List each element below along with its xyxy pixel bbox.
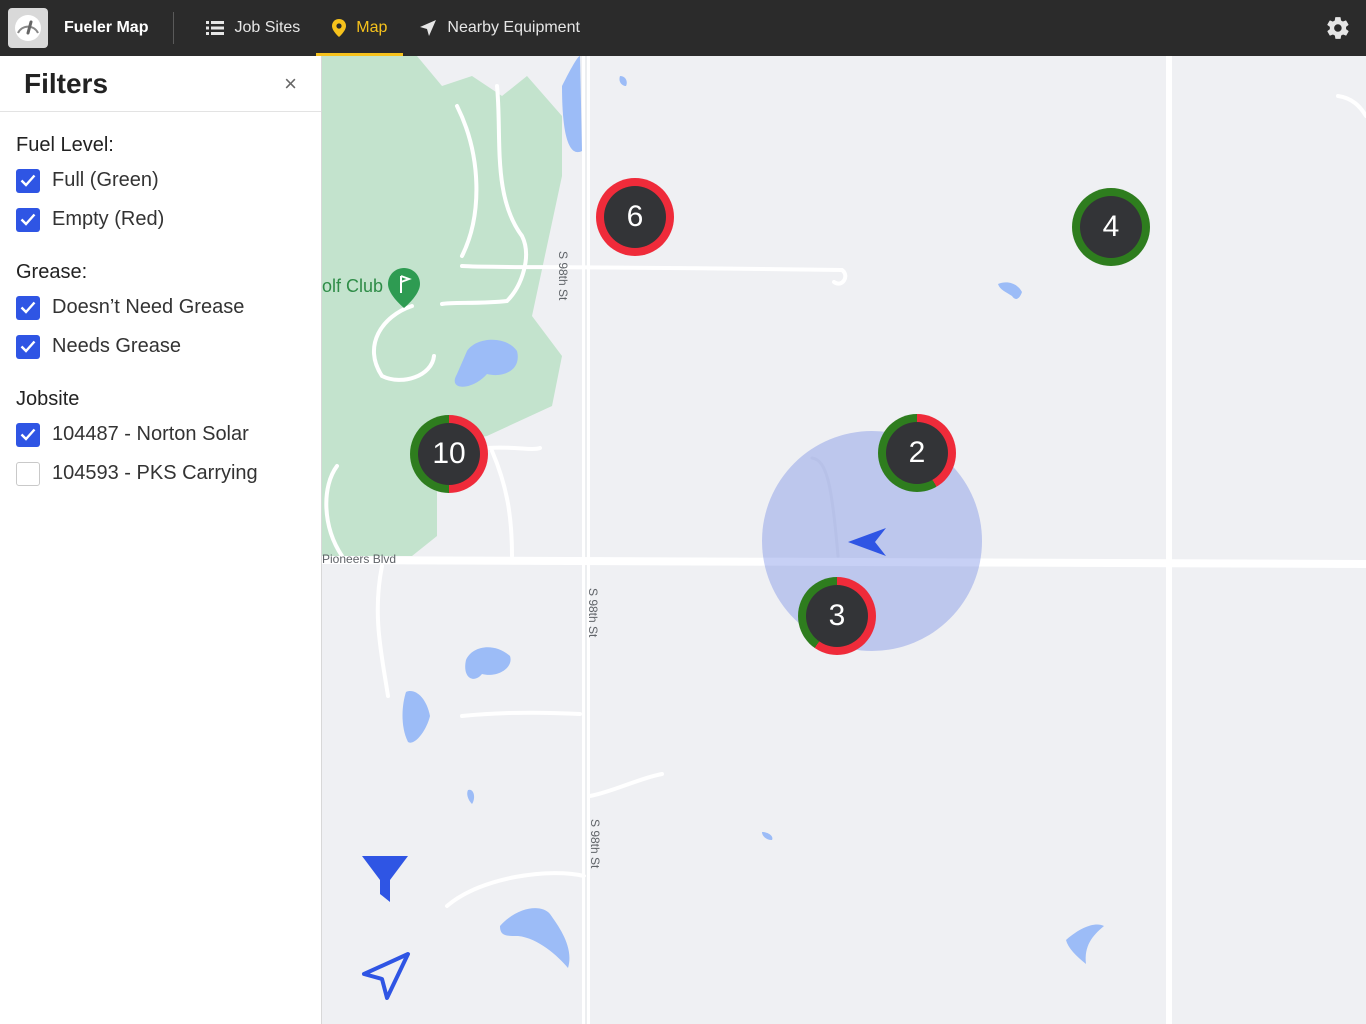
filters-panel: Filters × Fuel Level: Full (Green) Empty…: [0, 56, 322, 1024]
checkmark-icon: [20, 301, 36, 314]
golf-club-icon: [388, 268, 420, 313]
golf-club-label: olf Club: [322, 276, 384, 296]
navigation-arrow-icon: [419, 19, 437, 37]
filters-title: Filters: [24, 67, 109, 99]
filter-option-pks-carrying[interactable]: 104593 - PKS Carrying: [16, 454, 321, 493]
group-title-grease: Grease:: [16, 261, 88, 283]
filter-option-norton-solar[interactable]: 104487 - Norton Solar: [16, 415, 321, 454]
filter-option-empty-red[interactable]: Empty (Red): [16, 200, 321, 239]
map-view[interactable]: S 98th St S 98th St S 98th St Pioneers B…: [322, 56, 1366, 1024]
equipment-cluster-6[interactable]: 6: [596, 178, 674, 256]
pond-1: [465, 647, 511, 679]
pond-8: [762, 832, 773, 840]
checkmark-icon: [20, 428, 36, 441]
filters-header: Filters ×: [0, 56, 321, 112]
filter-toggle-button[interactable]: [360, 854, 410, 909]
checkbox-checked[interactable]: [16, 207, 40, 232]
map-pin-icon: [332, 19, 347, 37]
fuel-level-group: Fuel Level: Full (Green) Empty (Red): [0, 134, 321, 239]
option-label: Doesn’t Need Grease: [52, 296, 245, 318]
cluster-count: 6: [604, 186, 666, 248]
option-label: 104487 - Norton Solar: [52, 423, 249, 445]
road-label-pioneers-blvd: Pioneers Blvd: [322, 552, 397, 566]
checkmark-icon: [20, 174, 36, 187]
recenter-location-button[interactable]: [360, 950, 412, 1007]
option-label: Empty (Red): [52, 208, 165, 230]
grease-group: Grease: Doesn’t Need Grease Needs Grease: [0, 261, 321, 366]
pond-3: [500, 908, 570, 968]
filter-option-doesnt-need-grease[interactable]: Doesn’t Need Grease: [16, 288, 321, 327]
nav-nearby-equipment-label: Nearby Equipment: [447, 19, 580, 36]
road-label-98th-middle: S 98th St: [586, 588, 600, 638]
cluster-count: 4: [1080, 196, 1142, 258]
pond-4: [998, 282, 1022, 299]
equipment-cluster-4[interactable]: 4: [1072, 188, 1150, 266]
option-label: Needs Grease: [52, 335, 181, 357]
app-title: Fueler Map: [64, 19, 149, 36]
checkbox-checked[interactable]: [16, 334, 40, 359]
pond-6: [619, 76, 627, 86]
group-title-fuel-level: Fuel Level:: [16, 134, 114, 156]
road-label-98th-north: S 98th St: [556, 251, 570, 301]
top-app-bar: Fueler Map Job Sites Map Nearby Equipmen…: [0, 0, 1366, 56]
checkbox-checked[interactable]: [16, 295, 40, 320]
checkmark-icon: [20, 213, 36, 226]
pond-5: [1066, 924, 1104, 964]
cluster-count: 2: [886, 422, 948, 484]
cluster-count: 10: [418, 423, 480, 485]
checkbox-checked[interactable]: [16, 168, 40, 193]
nav-map[interactable]: Map: [316, 0, 404, 56]
fuel-gauge-icon: [15, 15, 41, 41]
equipment-cluster-2[interactable]: 2: [878, 414, 956, 492]
option-label: Full (Green): [52, 169, 159, 191]
pond-7: [467, 789, 475, 804]
close-filters-button[interactable]: ×: [284, 72, 297, 95]
pond-2: [402, 691, 430, 743]
app-logo[interactable]: [8, 8, 48, 48]
filter-option-full-green[interactable]: Full (Green): [16, 161, 321, 200]
checkmark-icon: [20, 340, 36, 353]
nav-job-sites-label: Job Sites: [234, 19, 301, 36]
filter-option-needs-grease[interactable]: Needs Grease: [16, 327, 321, 366]
user-location-arrow-icon: [848, 528, 886, 556]
settings-button[interactable]: [1324, 14, 1352, 42]
nav-nearby-equipment[interactable]: Nearby Equipment: [403, 0, 596, 56]
equipment-cluster-3[interactable]: 3: [798, 577, 876, 655]
equipment-cluster-10[interactable]: 10: [410, 415, 488, 493]
gear-icon: [1327, 17, 1349, 39]
jobsite-group: Jobsite 104487 - Norton Solar 104593 - P…: [0, 388, 321, 493]
checkbox-unchecked[interactable]: [16, 461, 40, 486]
navigation-arrow-icon: [362, 952, 410, 1000]
filter-funnel-icon: [362, 856, 408, 902]
group-title-jobsite: Jobsite: [16, 388, 80, 410]
top-divider: [173, 12, 175, 44]
creek: [562, 56, 582, 153]
cluster-count: 3: [806, 585, 868, 647]
nav-map-label: Map: [356, 19, 388, 36]
road-label-98th-south: S 98th St: [588, 819, 602, 869]
option-label: 104593 - PKS Carrying: [52, 462, 258, 484]
list-icon: [206, 21, 225, 35]
nav-job-sites[interactable]: Job Sites: [190, 0, 316, 56]
checkbox-checked[interactable]: [16, 422, 40, 447]
